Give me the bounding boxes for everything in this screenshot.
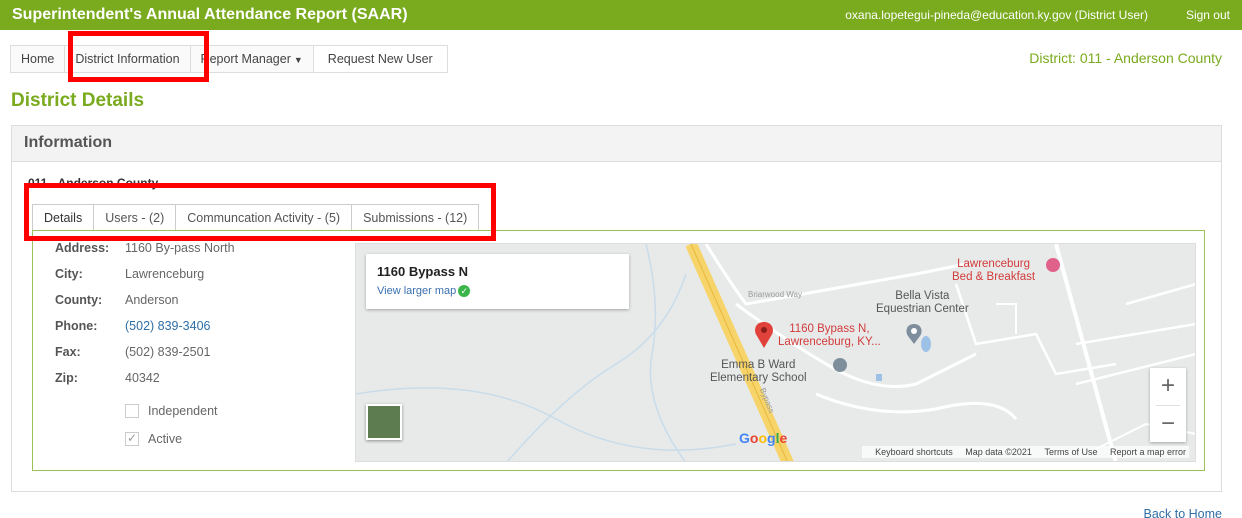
caret-down-icon: ▼ — [293, 55, 303, 65]
map-data-text: Map data ©2021 — [965, 447, 1032, 457]
tab-details[interactable]: Details — [32, 204, 94, 231]
active-checkbox[interactable] — [125, 431, 139, 446]
school-marker-icon — [833, 358, 847, 372]
map-poi-emma-b-ward-line-1: Emma B Ward — [721, 359, 796, 371]
map-poi-bella-vista-line-2: Equestrian Center — [876, 303, 969, 315]
terms-of-use-link[interactable]: Terms of Use — [1044, 447, 1097, 457]
city-row: City: Lawrenceburg — [55, 267, 235, 293]
map-poi-lawrenceburg-bnb-line-2: Bed & Breakfast — [952, 271, 1036, 283]
tab-bar: Details Users - (2) Communcation Activit… — [32, 204, 480, 231]
top-header-bar: Superintendent's Annual Attendance Repor… — [0, 0, 1242, 30]
zip-label: Zip: — [55, 371, 78, 385]
google-logo: Google — [739, 430, 788, 446]
view-larger-map-label: View larger map — [377, 285, 457, 297]
address-row: Address: 1160 By-pass North — [55, 241, 235, 267]
map-info-card: 1160 Bypass N View larger map ✓ — [366, 254, 629, 309]
sign-out-link[interactable]: Sign out — [1186, 8, 1230, 22]
satellite-view-toggle[interactable] — [366, 404, 402, 440]
district-name: 011 - Anderson County — [28, 176, 159, 190]
fax-value: (502) 839-2501 — [125, 345, 211, 359]
map-poi-bella-vista-line-1: Bella Vista — [895, 290, 950, 302]
map-poi-bella-vista: Bella Vista Equestrian Center — [876, 290, 969, 316]
phone-label: Phone: — [55, 319, 98, 333]
details-tab-content: Address: 1160 By-pass North City: Lawrence… — [32, 230, 1205, 471]
current-user: oxana.lopetegui-pineda@education.ky.gov … — [845, 8, 1148, 22]
map-poi-lawrenceburg-bnb: Lawrenceburg Bed & Breakfast — [952, 258, 1035, 284]
map-poi-lawrenceburg-bnb-line-1: Lawrenceburg — [957, 258, 1030, 270]
map-poi-emma-b-ward: Emma B Ward Elementary School — [710, 359, 807, 385]
keyboard-shortcuts-link[interactable]: Keyboard shortcuts — [875, 447, 953, 457]
nav-report-manager-label: Report Manager — [200, 52, 291, 66]
zip-row: Zip: 40342 — [55, 371, 235, 397]
fax-row: Fax: (502) 839-2501 — [55, 345, 235, 371]
city-label: City: — [55, 267, 83, 281]
bnb-marker-icon — [1046, 258, 1060, 272]
county-value: Anderson — [125, 293, 179, 307]
independent-checkbox[interactable] — [125, 404, 139, 418]
phone-row: Phone: (502) 839-3406 — [55, 319, 235, 345]
map-pin-label-line-2: Lawrenceburg, KY... — [778, 336, 881, 348]
embedded-map[interactable]: 1160 Bypass N View larger map ✓ 1160 Bypa… — [355, 243, 1196, 462]
page-title: District Details — [11, 90, 145, 111]
map-pin-label-line-1: 1160 Bypass N, — [789, 323, 870, 335]
map-poi-emma-b-ward-line-2: Elementary School — [710, 372, 807, 384]
county-label: County: — [55, 293, 103, 307]
tab-communication-activity[interactable]: Communcation Activity - (5) — [175, 204, 352, 231]
details-fields: Address: 1160 By-pass North City: Lawrence… — [55, 241, 235, 453]
phone-link[interactable]: (502) 839-3406 — [125, 319, 210, 345]
external-link-icon: ✓ — [458, 285, 471, 297]
poi-marker-icon — [906, 324, 922, 344]
district-label: District: 011 - Anderson County — [1029, 50, 1222, 66]
independent-row: Independent — [125, 397, 235, 425]
tab-submissions[interactable]: Submissions - (12) — [351, 204, 480, 231]
zoom-in-icon[interactable]: + — [1150, 368, 1186, 405]
nav-home[interactable]: Home — [10, 45, 65, 73]
view-larger-map-link[interactable]: View larger map ✓ — [377, 285, 618, 297]
map-zoom-control: + − — [1150, 368, 1186, 442]
address-label: Address: — [55, 241, 110, 255]
nav-report-manager[interactable]: Report Manager ▼ — [189, 45, 313, 73]
address-value: 1160 By-pass North — [125, 241, 235, 255]
county-row: County: Anderson — [55, 293, 235, 319]
fax-label: Fax: — [55, 345, 81, 359]
back-to-home-link[interactable]: Back to Home — [1143, 507, 1222, 518]
panel-heading: Information — [12, 126, 1221, 162]
map-road-briarwood: Briarwood Way — [748, 290, 802, 299]
map-attribution: Keyboard shortcuts Map data ©2021 Terms … — [862, 446, 1189, 458]
tab-users[interactable]: Users - (2) — [93, 204, 176, 231]
nav-district-information[interactable]: District Information — [64, 45, 190, 73]
location-pin-icon — [755, 322, 773, 348]
active-label: Active — [148, 432, 183, 446]
city-value: Lawrenceburg — [125, 267, 205, 281]
active-row: Active — [125, 425, 235, 453]
zoom-out-icon[interactable]: − — [1150, 406, 1186, 443]
map-pin-label: 1160 Bypass N, Lawrenceburg, KY... — [778, 323, 881, 349]
main-nav: Home District Information Report Manager… — [10, 45, 448, 73]
map-card-address: 1160 Bypass N — [377, 264, 469, 279]
zip-value: 40342 — [125, 371, 160, 385]
independent-label: Independent — [148, 404, 218, 418]
app-title: Superintendent's Annual Attendance Repor… — [12, 6, 408, 23]
nav-request-new-user[interactable]: Request New User — [312, 45, 448, 73]
information-panel: Information 011 - Anderson County Detail… — [11, 125, 1222, 492]
report-map-error-link[interactable]: Report a map error — [1110, 447, 1186, 457]
